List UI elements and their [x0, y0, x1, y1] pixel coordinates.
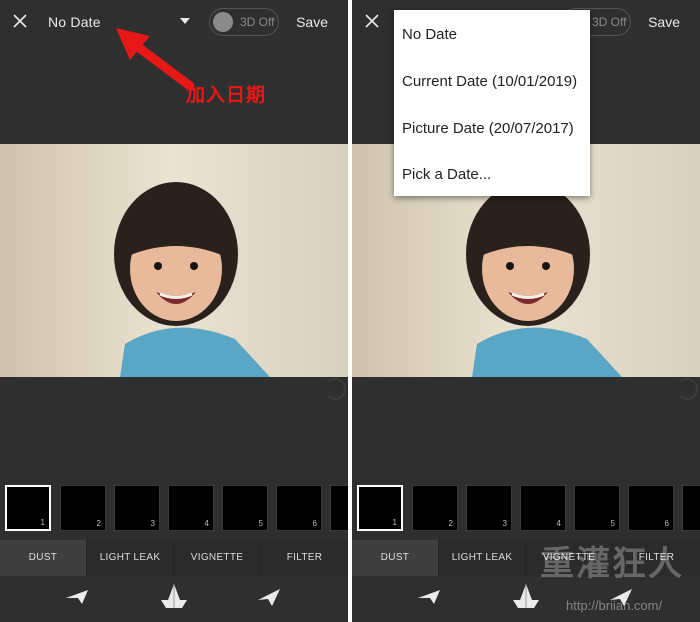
3d-toggle[interactable]: 3D Off [209, 8, 279, 36]
menu-item-current-date[interactable]: Current Date (10/01/2019) [402, 73, 577, 90]
thumbnail[interactable]: 4 [168, 485, 214, 531]
toggle-label: 3D Off [592, 15, 627, 29]
paper-boat-icon[interactable] [512, 582, 540, 610]
effect-thumbnails: 1 2 3 4 5 6 [0, 485, 348, 533]
thumbnail[interactable]: 6 [628, 485, 674, 531]
toggle-knob [213, 12, 233, 32]
loading-spinner-icon [676, 378, 698, 400]
thumbnail[interactable] [682, 485, 700, 531]
paper-plane-left-icon[interactable] [416, 586, 442, 608]
loading-spinner-icon [324, 378, 346, 400]
bottom-nav [0, 578, 348, 622]
thumbnail[interactable]: 3 [114, 485, 160, 531]
thumbnail[interactable]: 2 [412, 485, 458, 531]
tab-dust[interactable]: DUST [352, 540, 438, 576]
menu-item-picture-date[interactable]: Picture Date (20/07/2017) [402, 120, 574, 137]
date-dropdown-menu: No Date Current Date (10/01/2019) Pictur… [394, 10, 590, 196]
thumbnail[interactable]: 1 [357, 485, 403, 531]
photo [0, 144, 348, 377]
tab-filter[interactable]: FILTER [261, 540, 348, 576]
annotation-label: 加入日期 [186, 85, 267, 106]
close-icon[interactable] [362, 11, 382, 31]
watermark-url: http://briian.com/ [566, 598, 663, 613]
watermark: 重灌狂人 [540, 545, 684, 583]
save-button[interactable]: Save [648, 14, 680, 30]
menu-item-no-date[interactable]: No Date [402, 26, 457, 43]
paper-plane-left-icon[interactable] [64, 586, 90, 608]
thumbnail[interactable]: 6 [276, 485, 322, 531]
menu-item-pick-a-date[interactable]: Pick a Date... [402, 166, 491, 183]
paper-boat-icon[interactable] [160, 582, 188, 610]
thumbnail[interactable]: 5 [574, 485, 620, 531]
tab-light-leak[interactable]: LIGHT LEAK [439, 540, 525, 576]
thumbnail[interactable]: 1 [5, 485, 51, 531]
tab-dust[interactable]: DUST [0, 540, 86, 576]
thumbnail[interactable]: 4 [520, 485, 566, 531]
left-screen: No Date 3D Off Save 1 2 3 4 5 6 DUST LIG… [0, 0, 348, 622]
close-icon[interactable] [10, 11, 30, 31]
date-selector[interactable]: No Date [48, 14, 101, 30]
paper-plane-right-icon[interactable] [256, 586, 282, 608]
toggle-label: 3D Off [240, 15, 275, 29]
tab-vignette[interactable]: VIGNETTE [174, 540, 260, 576]
tab-light-leak[interactable]: LIGHT LEAK [87, 540, 173, 576]
thumbnail[interactable]: 5 [222, 485, 268, 531]
thumbnail[interactable] [330, 485, 348, 531]
effect-thumbnails: 1 2 3 4 5 6 [352, 485, 700, 533]
thumbnail[interactable]: 2 [60, 485, 106, 531]
thumbnail[interactable]: 3 [466, 485, 512, 531]
effect-tabs: DUST LIGHT LEAK VIGNETTE FILTER [0, 540, 348, 576]
save-button[interactable]: Save [296, 14, 328, 30]
